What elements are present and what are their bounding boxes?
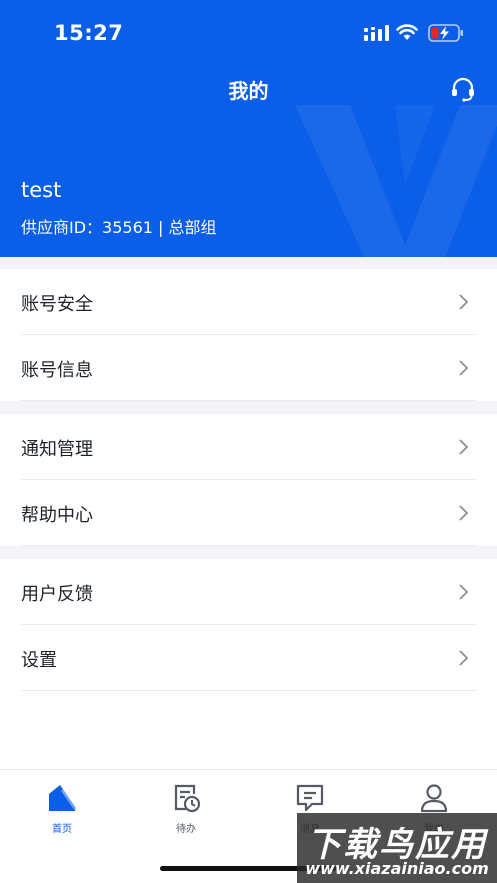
chevron-right-icon — [459, 650, 469, 666]
menu-item-help-center[interactable]: 帮助中心 — [0, 480, 497, 546]
wifi-icon — [396, 24, 418, 40]
menu-item-label: 用户反馈 — [21, 584, 93, 605]
section-gap — [0, 401, 497, 414]
profile-header: 15:27 我的 test 供应商ID：35561 | 总部组 — [0, 0, 497, 257]
status-time: 15:27 — [54, 21, 124, 45]
menu-item-label: 账号安全 — [21, 294, 93, 315]
chevron-right-icon — [459, 439, 469, 455]
todo-clock-icon — [174, 784, 201, 813]
battery-icon — [428, 24, 463, 42]
tab-home[interactable]: 首页 — [0, 770, 124, 840]
cellular-signal-icon — [364, 25, 389, 41]
page-title: 我的 — [228, 79, 269, 103]
menu-item-label: 账号信息 — [21, 360, 93, 381]
menu-item-notification-management[interactable]: 通知管理 — [0, 414, 497, 480]
status-bar: 15:27 — [0, 0, 497, 60]
menu-item-label: 帮助中心 — [21, 505, 93, 526]
section-gap — [0, 257, 497, 269]
menu-item-settings[interactable]: 设置 — [0, 625, 497, 691]
username: test — [21, 178, 62, 202]
watermark-url: www.xiazainiao.com — [305, 859, 489, 878]
chevron-right-icon — [459, 294, 469, 310]
tab-label: 待办 — [176, 824, 196, 835]
customer-service-headset-icon[interactable] — [450, 76, 476, 102]
brand-watermark-icon — [295, 105, 497, 257]
menu-item-account-info[interactable]: 账号信息 — [0, 335, 497, 401]
section-gap — [0, 546, 497, 559]
menu-item-label: 通知管理 — [21, 439, 93, 460]
message-icon — [296, 784, 324, 812]
menu-item-label: 设置 — [21, 650, 57, 671]
divider — [21, 690, 476, 691]
chevron-right-icon — [459, 584, 469, 600]
tab-todo[interactable]: 待办 — [124, 770, 248, 840]
site-watermark-overlay: 下载鸟应用 www.xiazainiao.com — [297, 813, 497, 883]
home-icon — [49, 785, 77, 811]
chevron-right-icon — [459, 505, 469, 521]
tab-label: 首页 — [52, 824, 72, 835]
chevron-right-icon — [459, 360, 469, 376]
person-icon — [420, 784, 448, 813]
supplier-info: 供应商ID：35561 | 总部组 — [21, 218, 217, 237]
menu-item-account-security[interactable]: 账号安全 — [0, 269, 497, 335]
menu-item-user-feedback[interactable]: 用户反馈 — [0, 559, 497, 625]
